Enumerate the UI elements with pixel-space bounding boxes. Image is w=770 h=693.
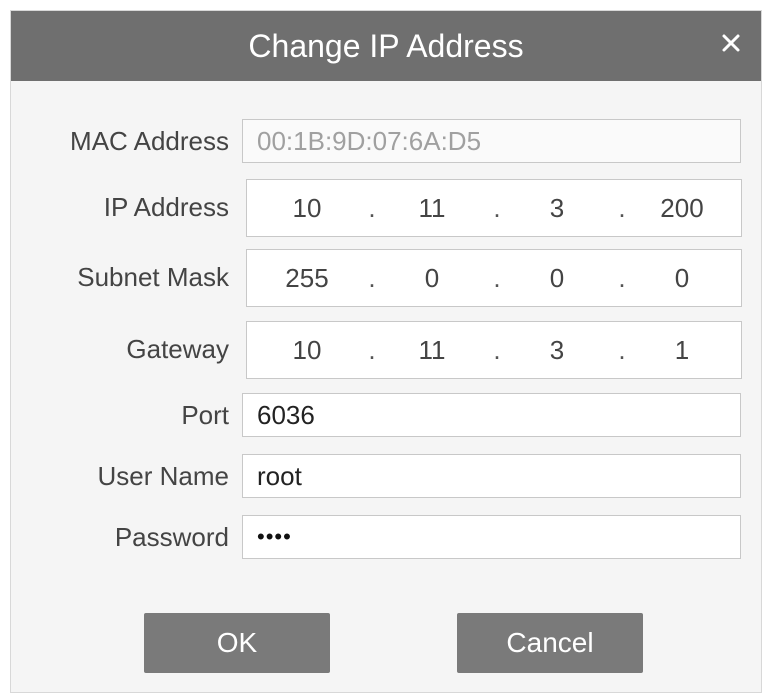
- dialog-title: Change IP Address: [248, 28, 524, 64]
- subnet-mask-field[interactable]: 255 . 0 . 0 . 0: [246, 249, 742, 307]
- gateway-field[interactable]: 10 . 11 . 3 . 1: [246, 321, 742, 379]
- port-field[interactable]: 6036: [242, 393, 741, 437]
- gateway-dot-1: .: [368, 335, 376, 365]
- dialog-titlebar: Change IP Address: [11, 11, 761, 81]
- gateway-octet-3[interactable]: 3: [517, 322, 597, 378]
- gateway-dot-2: .: [493, 335, 501, 365]
- ip-octet-1[interactable]: 10: [267, 180, 347, 236]
- ip-octet-4[interactable]: 200: [642, 180, 722, 236]
- subnet-dot-2: .: [493, 263, 501, 293]
- ip-address-label: IP Address: [103, 192, 229, 222]
- password-field[interactable]: ••••: [242, 515, 741, 559]
- subnet-dot-3: .: [618, 263, 626, 293]
- ip-octet-3[interactable]: 3: [517, 180, 597, 236]
- ok-button[interactable]: OK: [144, 613, 330, 673]
- mac-address-field: 00:1B:9D:07:6A:D5: [242, 119, 741, 163]
- mac-address-label: MAC Address: [70, 126, 229, 156]
- gateway-label: Gateway: [126, 334, 229, 364]
- gateway-octet-4[interactable]: 1: [642, 322, 722, 378]
- subnet-mask-label: Subnet Mask: [77, 262, 229, 292]
- username-row: User Name root: [11, 454, 761, 500]
- ip-octet-2[interactable]: 11: [392, 180, 472, 236]
- ip-dot-3: .: [618, 193, 626, 223]
- ip-dot-1: .: [368, 193, 376, 223]
- password-row: Password ••••: [11, 515, 761, 561]
- port-row: Port 6036: [11, 393, 761, 439]
- ip-dot-2: .: [493, 193, 501, 223]
- ip-address-row: IP Address 10 . 11 . 3 . 200: [11, 179, 761, 237]
- subnet-octet-2[interactable]: 0: [392, 250, 472, 306]
- mac-address-row: MAC Address 00:1B:9D:07:6A:D5: [11, 119, 761, 165]
- cancel-button[interactable]: Cancel: [457, 613, 643, 673]
- password-label: Password: [114, 522, 229, 552]
- subnet-octet-4[interactable]: 0: [642, 250, 722, 306]
- username-label: User Name: [97, 461, 229, 491]
- close-icon[interactable]: [713, 25, 749, 61]
- subnet-octet-1[interactable]: 255: [267, 250, 347, 306]
- gateway-dot-3: .: [618, 335, 626, 365]
- port-label: Port: [181, 400, 229, 430]
- gateway-row: Gateway 10 . 11 . 3 . 1: [11, 321, 761, 379]
- subnet-octet-3[interactable]: 0: [517, 250, 597, 306]
- gateway-octet-2[interactable]: 11: [392, 322, 472, 378]
- username-field[interactable]: root: [242, 454, 741, 498]
- ip-address-field[interactable]: 10 . 11 . 3 . 200: [246, 179, 742, 237]
- subnet-dot-1: .: [368, 263, 376, 293]
- change-ip-dialog: Change IP Address MAC Address 00:1B:9D:0…: [10, 10, 762, 693]
- gateway-octet-1[interactable]: 10: [267, 322, 347, 378]
- subnet-mask-row: Subnet Mask 255 . 0 . 0 . 0: [11, 249, 761, 307]
